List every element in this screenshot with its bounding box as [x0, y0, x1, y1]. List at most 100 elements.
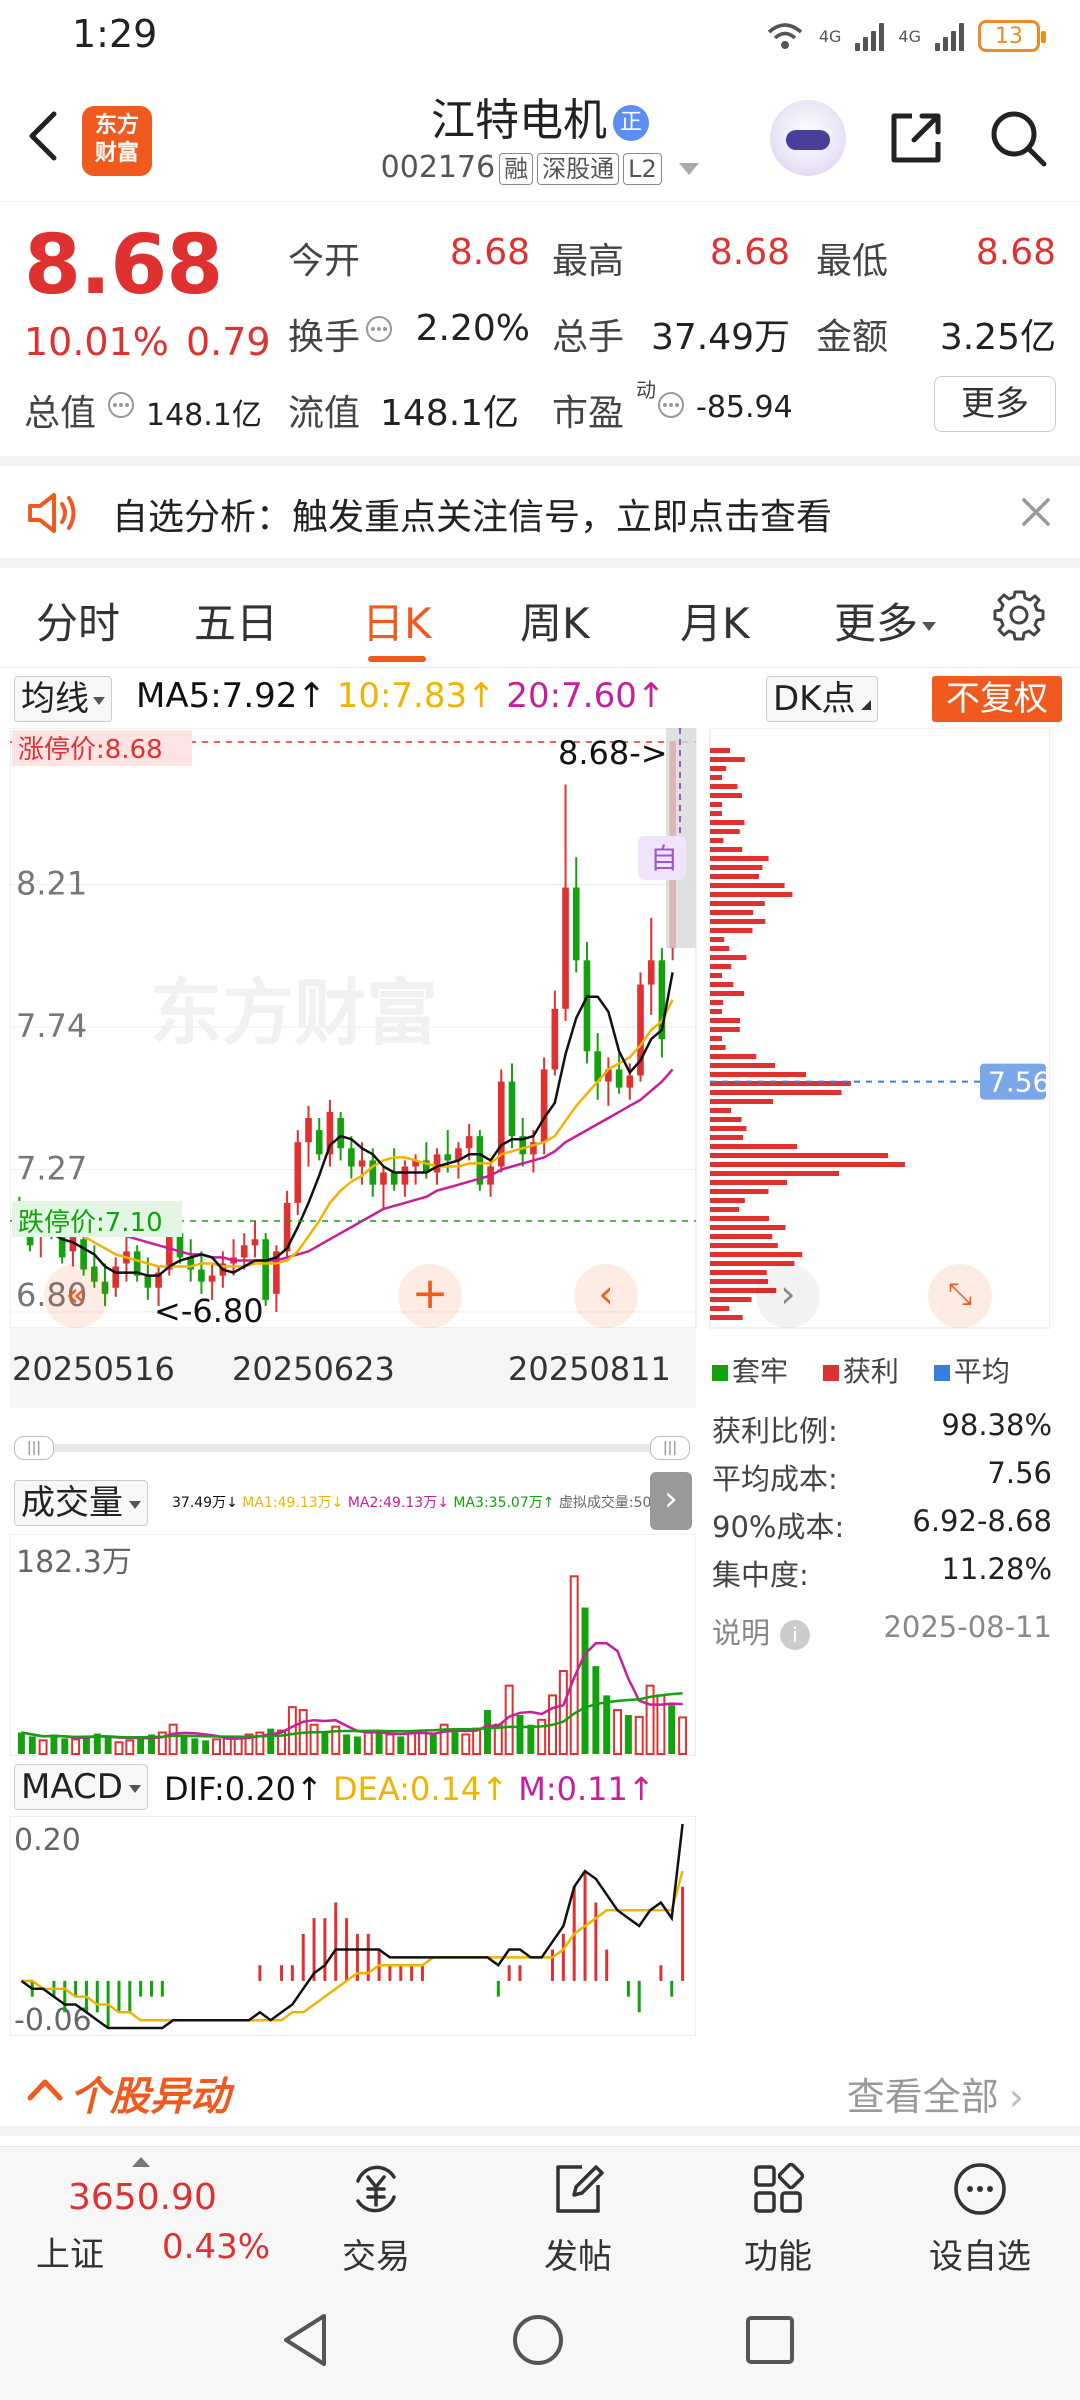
- turnover-value: 2.20%: [415, 308, 530, 349]
- tag-connect: 深股通: [537, 153, 620, 185]
- profile-bar: [710, 766, 727, 771]
- volume-chart[interactable]: 182.3万: [10, 1534, 696, 1756]
- tab-more[interactable]: 更多: [834, 590, 937, 651]
- macd-lines: [20, 1823, 684, 2030]
- add-indicator-button[interactable]: +: [398, 1264, 462, 1328]
- candle-body: [315, 1130, 323, 1155]
- candle-body: [112, 1266, 120, 1288]
- profile-bar: [710, 928, 753, 933]
- analysis-banner[interactable]: 自选分析：触发重点关注信号，立即点击查看: [0, 466, 1080, 558]
- chevron-up-icon: [27, 2079, 63, 2101]
- status-bar: 1:29 4G 4G 13: [0, 0, 1080, 72]
- profile-bar: [710, 1135, 744, 1140]
- profile-bar: [710, 757, 745, 762]
- limit-up-label: 涨停价:8.68: [18, 735, 163, 765]
- low-label: 最低: [816, 241, 889, 282]
- volume-selector-label: 成交量: [21, 1483, 123, 1523]
- profile-bar: [710, 1081, 851, 1086]
- profile-next-button[interactable]: ›: [756, 1264, 820, 1328]
- volume-bar: [613, 1709, 623, 1755]
- trade-button[interactable]: 交易: [316, 2159, 436, 2278]
- volume-bar: [71, 1738, 81, 1755]
- no-adjust-button[interactable]: 不复权: [932, 676, 1062, 722]
- profile-bar: [710, 1162, 905, 1167]
- profile-bar: [710, 748, 730, 753]
- change-amount: 0.79: [186, 320, 271, 364]
- profile-bar: [710, 1270, 767, 1275]
- expand-right-button[interactable]: ›: [650, 1472, 692, 1530]
- change-percent: 10.01%: [24, 320, 169, 364]
- cost90-row: 90%成本: 6.92-8.68: [712, 1504, 1052, 1548]
- range-slider[interactable]: ||| |||: [14, 1436, 690, 1460]
- pe-sup: 动: [636, 378, 656, 402]
- chevron-right-icon: ›: [1008, 2075, 1024, 2119]
- close-icon[interactable]: [1018, 494, 1054, 530]
- tag-l2: L2: [623, 153, 662, 185]
- candle-body: [358, 1160, 366, 1167]
- macd-header: MACD DIF:0.20↑ DEA:0.14↑ M:0.11↑: [0, 1762, 700, 1812]
- profile-bar: [710, 1018, 741, 1023]
- dropdown-icon: [679, 162, 700, 175]
- profile-bar: [710, 811, 722, 816]
- concentration-row: 集中度: 11.28%: [712, 1552, 1052, 1596]
- quote-panel: 8.68 10.01% 0.79 今开 8.68 最高 8.68 最低 8.68…: [0, 204, 1080, 456]
- high-price-marker: 8.68->: [558, 734, 668, 772]
- status-icons: 4G 4G 13: [765, 18, 1046, 54]
- index-percent: 0.43%: [162, 2227, 271, 2267]
- volume-selector[interactable]: 成交量: [14, 1480, 148, 1526]
- search-icon[interactable]: [986, 106, 1050, 170]
- candle-body: [508, 1081, 516, 1137]
- volume-bar: [104, 1737, 112, 1754]
- info-icon[interactable]: [656, 390, 686, 424]
- profile-bar: [710, 1207, 740, 1212]
- view-all-link[interactable]: 查看全部 ›: [847, 2066, 1024, 2121]
- scroll-left-button[interactable]: «: [44, 1264, 108, 1328]
- tab-monthly-k[interactable]: 月K: [680, 590, 750, 651]
- index-widget[interactable]: 3650.90 上证 0.43%: [0, 2147, 280, 2283]
- tag-margin: 融: [499, 153, 534, 185]
- caret-down-icon: [922, 622, 937, 631]
- tab-weekly-k[interactable]: 周K: [520, 590, 590, 651]
- open-label: 今开: [288, 241, 361, 282]
- candle-body: [240, 1245, 248, 1258]
- candle-body: [562, 887, 569, 1009]
- macd-selector[interactable]: MACD: [14, 1764, 148, 1810]
- add-watchlist-button[interactable]: 设自选: [920, 2159, 1040, 2278]
- slider-handle-left[interactable]: |||: [14, 1436, 54, 1460]
- slider-handle-right[interactable]: |||: [650, 1436, 690, 1460]
- share-icon[interactable]: [884, 106, 948, 170]
- abnormal-section[interactable]: 个股异动 查看全部 ›: [0, 2046, 1080, 2136]
- volume-bar: [202, 1740, 210, 1754]
- nav-back-icon[interactable]: [278, 2310, 332, 2370]
- profile-bar: [710, 1126, 747, 1131]
- post-button[interactable]: 发帖: [518, 2159, 638, 2278]
- amount-label: 金额: [816, 317, 889, 358]
- note-date: 2025-08-11: [883, 1610, 1052, 1644]
- expand-icon[interactable]: ⤡: [928, 1264, 992, 1328]
- candle-body: [348, 1148, 355, 1167]
- dk-point-selector[interactable]: DK点: [766, 676, 879, 722]
- functions-button[interactable]: 功能: [718, 2159, 838, 2278]
- gear-icon[interactable]: [990, 586, 1048, 644]
- net-type-1: 4G: [818, 26, 842, 46]
- assistant-avatar[interactable]: [770, 100, 846, 176]
- kline-chart[interactable]: 东方财富 7.56 涨停价:8.68跌停价:7.108.217.747.276.…: [10, 728, 1050, 1408]
- nav-recents-icon[interactable]: [744, 2314, 796, 2366]
- note-row[interactable]: 说明 i 2025-08-11: [712, 1610, 1052, 1654]
- more-quote-button[interactable]: 更多: [934, 376, 1056, 432]
- low-value: 8.68: [975, 232, 1056, 273]
- turnover-label: 换手: [288, 317, 361, 358]
- indicator-selector[interactable]: 均线: [14, 676, 112, 722]
- tab-5day[interactable]: 五日: [194, 590, 278, 651]
- tab-intraday[interactable]: 分时: [36, 590, 120, 651]
- scroll-prev-button[interactable]: ‹: [574, 1264, 638, 1328]
- tab-daily-k[interactable]: 日K: [362, 590, 432, 651]
- macd-chart[interactable]: 0.20 -0.06: [10, 1816, 696, 2036]
- profile-bar: [710, 973, 722, 978]
- info-icon[interactable]: [364, 314, 394, 348]
- signal-icon: [855, 21, 885, 51]
- profile-bar: [710, 1297, 752, 1302]
- profile-bar: [710, 1171, 840, 1176]
- nav-home-icon[interactable]: [510, 2312, 566, 2368]
- info-icon[interactable]: [106, 390, 136, 424]
